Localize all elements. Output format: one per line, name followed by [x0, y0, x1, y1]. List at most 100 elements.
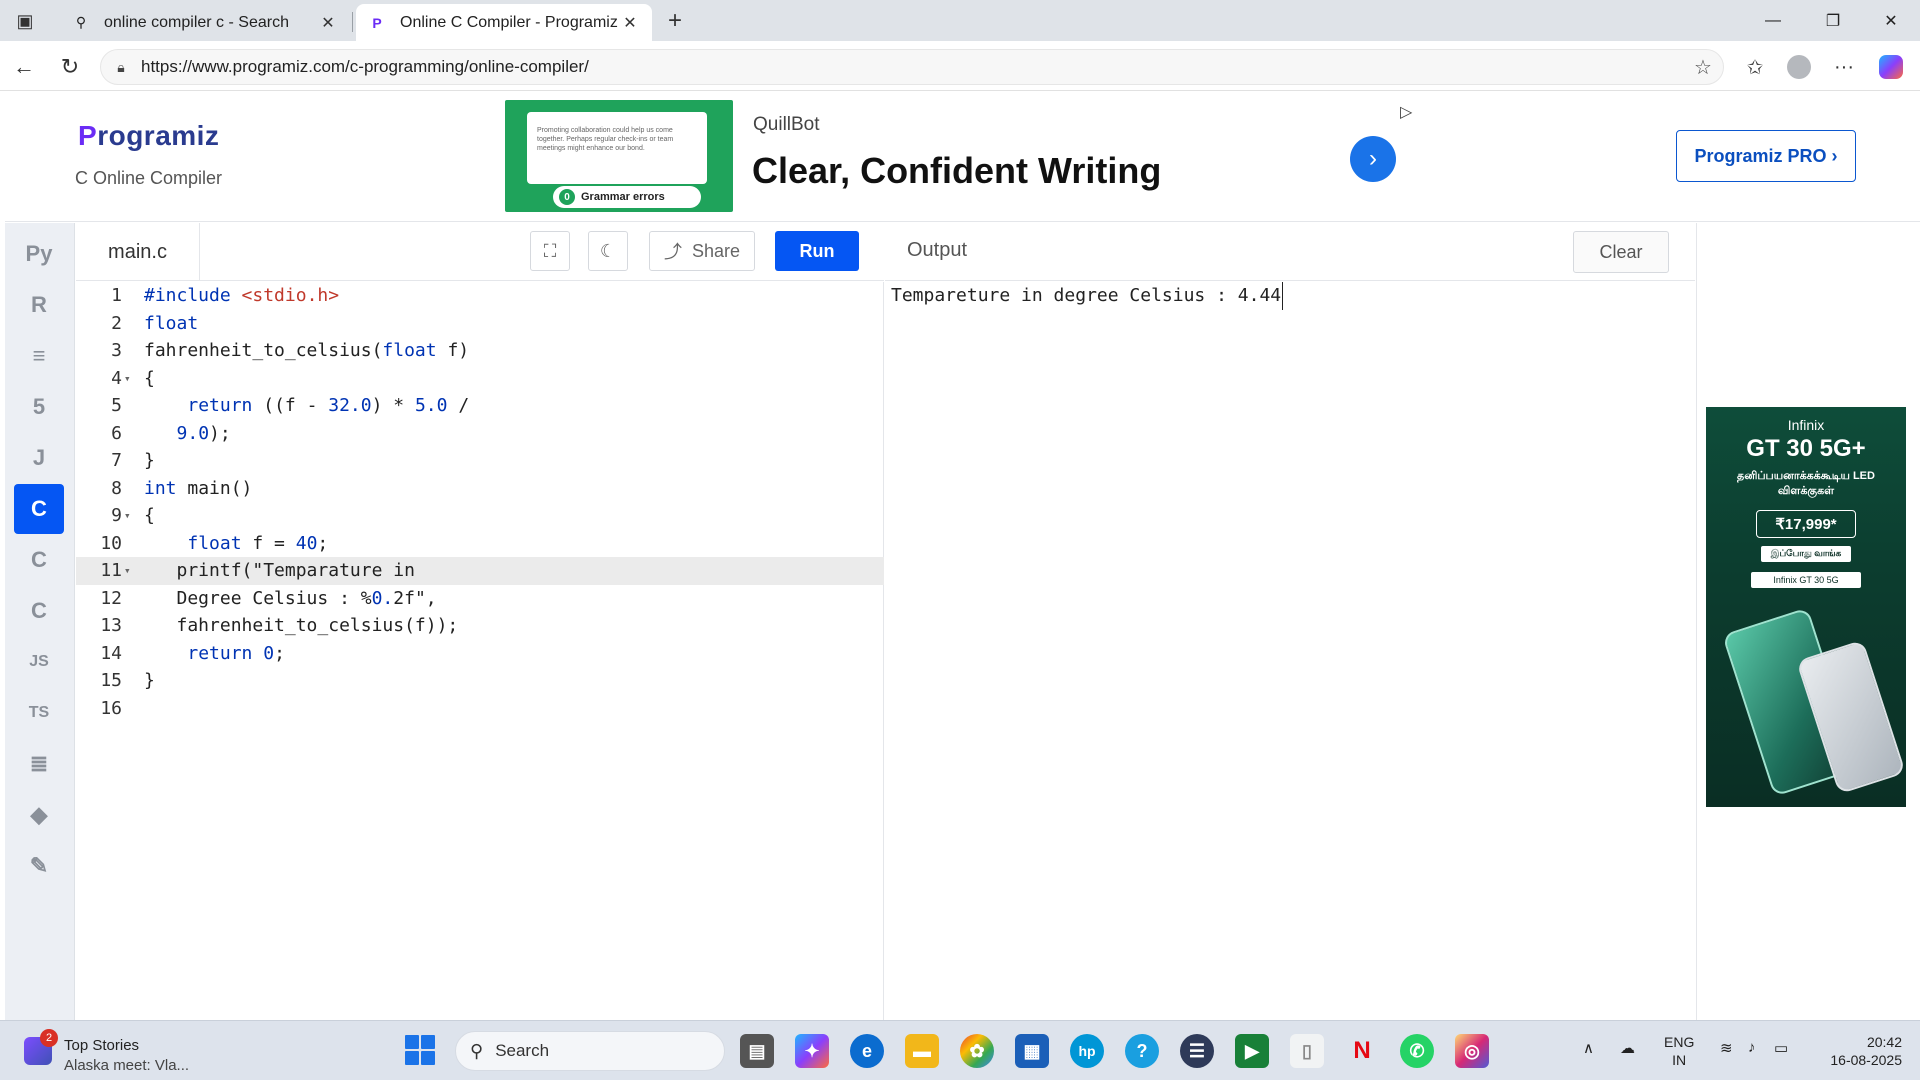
close-tab-icon[interactable]: ✕: [620, 13, 640, 33]
clear-button[interactable]: Clear: [1573, 231, 1669, 273]
code-line[interactable]: 9 ▾ {: [76, 502, 884, 530]
share-icon: ⤴: [663, 242, 682, 262]
minimize-icon[interactable]: —: [1750, 0, 1796, 41]
language-sidebar: Py R ≡ 5 J C C C JS TS ≣ ◆ ✎: [5, 223, 75, 1020]
programiz-logo[interactable]: Programiz: [78, 120, 219, 152]
code-line[interactable]: 6 9.0);: [76, 420, 884, 448]
profile-avatar-icon[interactable]: [1782, 51, 1816, 83]
fullscreen-icon[interactable]: ⛶: [530, 231, 570, 271]
code-line[interactable]: 16: [76, 695, 884, 723]
close-window-icon[interactable]: ✕: [1868, 0, 1914, 41]
code-line[interactable]: 2 float: [76, 310, 884, 338]
clock[interactable]: 20:42 16-08-2025: [1812, 1033, 1902, 1069]
netflix-icon[interactable]: N: [1345, 1034, 1379, 1068]
tab-programiz[interactable]: P Online C Compiler - Programiz ✕: [356, 4, 652, 41]
store-icon[interactable]: ▦: [1015, 1034, 1049, 1068]
restore-icon[interactable]: ❐: [1810, 0, 1856, 41]
csharp-icon[interactable]: C: [14, 586, 64, 636]
more-options-icon[interactable]: ···: [1827, 51, 1861, 83]
sql-icon[interactable]: ≡: [14, 331, 64, 381]
copilot-icon[interactable]: [1874, 51, 1908, 83]
help-icon[interactable]: ?: [1125, 1034, 1159, 1068]
go-icon[interactable]: ≣: [14, 739, 64, 789]
side-ad-banner[interactable]: Infinix GT 30 5G+ தனிப்பயனாக்கக்கூடிய LE…: [1706, 407, 1906, 807]
task-view-icon[interactable]: ▤: [740, 1034, 774, 1068]
code-line[interactable]: 7}: [76, 447, 884, 475]
programiz-pro-button[interactable]: Programiz PRO ›: [1676, 130, 1856, 182]
line-number: 16: [100, 697, 122, 719]
ad-choices-icon[interactable]: ▷: [1400, 102, 1412, 122]
tab-title: online compiler c - Search: [104, 13, 289, 31]
whatsapp-icon[interactable]: ✆: [1400, 1034, 1434, 1068]
file-tab-main[interactable]: main.c: [76, 223, 200, 281]
code-line[interactable]: 10 float f = 40;: [76, 530, 884, 558]
code-line[interactable]: 15}: [76, 667, 884, 695]
wifi-icon[interactable]: ≋: [1720, 1039, 1733, 1057]
code-line[interactable]: 1 #include <stdio.h>: [76, 282, 884, 310]
ad-banner-image[interactable]: Promoting collaboration could help us co…: [505, 100, 733, 212]
cpp-icon[interactable]: C: [14, 535, 64, 585]
favorites-icon[interactable]: ✩: [1738, 51, 1772, 83]
fold-arrow-icon[interactable]: ▾: [124, 557, 131, 585]
hp-icon[interactable]: hp: [1070, 1034, 1104, 1068]
code-line[interactable]: 3 fahrenheit_to_celsius(float f): [76, 337, 884, 365]
edge-icon[interactable]: e: [850, 1034, 884, 1068]
share-button[interactable]: ⤴ Share: [649, 231, 755, 271]
copilot-icon[interactable]: ✦: [795, 1034, 829, 1068]
document-icon[interactable]: ▯: [1290, 1034, 1324, 1068]
fold-arrow-icon[interactable]: ▾: [124, 365, 131, 393]
eclipse-icon[interactable]: ☰: [1180, 1034, 1214, 1068]
show-hidden-icons[interactable]: ∧: [1583, 1039, 1594, 1057]
instagram-icon[interactable]: ◎: [1455, 1034, 1489, 1068]
ad-arrow-button[interactable]: ›: [1350, 136, 1396, 182]
taskbar-search[interactable]: ⚲ Search: [455, 1031, 725, 1071]
r-icon[interactable]: R: [14, 280, 64, 330]
onedrive-icon[interactable]: ☁: [1620, 1039, 1635, 1057]
c-icon[interactable]: C: [14, 484, 64, 534]
line-number: 6: [111, 422, 122, 444]
tab-actions-icon[interactable]: ▣: [8, 8, 42, 34]
rust-icon[interactable]: ✎: [14, 841, 64, 891]
html-icon[interactable]: 5: [14, 382, 64, 432]
python-icon[interactable]: Py: [14, 229, 64, 279]
file-explorer-icon[interactable]: ▬: [905, 1034, 939, 1068]
swift-icon[interactable]: ◆: [14, 790, 64, 840]
favorite-star-icon[interactable]: ☆: [1683, 55, 1723, 80]
site-info-icon[interactable]: 🔒︎: [101, 59, 141, 76]
code-line[interactable]: 5 return ((f - 32.0) * 5.0 /: [76, 392, 884, 420]
share-label: Share: [691, 240, 741, 261]
grammar-count: 0: [559, 189, 575, 205]
code-line[interactable]: 13 fahrenheit_to_celsius(f));: [76, 612, 884, 640]
code-line[interactable]: 12 Degree Celsius : %0.2f",: [76, 585, 884, 613]
fold-arrow-icon[interactable]: ▾: [124, 502, 131, 530]
ad-brand[interactable]: QuillBot: [753, 114, 820, 136]
run-button[interactable]: Run: [775, 231, 859, 271]
meet-icon[interactable]: ▶: [1235, 1034, 1269, 1068]
java-icon[interactable]: J: [14, 433, 64, 483]
code-editor[interactable]: 1 #include <stdio.h> 2 float 3 fahrenheit_to_…: [76, 282, 884, 1020]
tab-search[interactable]: ⚲ online compiler c - Search ✕: [60, 4, 350, 41]
close-tab-icon[interactable]: ✕: [318, 13, 338, 33]
line-number: 7: [111, 450, 122, 471]
output-panel[interactable]: Tempareture in degree Celsius : 4.44: [885, 282, 1695, 1020]
typescript-icon[interactable]: TS: [14, 688, 64, 738]
code-line[interactable]: 11 ▾ printf("Temparature in: [76, 557, 884, 585]
code-line[interactable]: 4 ▾ {: [76, 365, 884, 393]
new-tab-icon[interactable]: +: [658, 7, 692, 34]
photos-icon[interactable]: ✿: [960, 1034, 994, 1068]
volume-icon[interactable]: ♪: [1748, 1039, 1756, 1056]
code-line[interactable]: 14 return 0;: [76, 640, 884, 668]
language-indicator[interactable]: ENG IN: [1664, 1033, 1694, 1069]
dark-mode-icon[interactable]: ☾: [588, 231, 628, 271]
url-field[interactable]: 🔒︎ https://www.programiz.com/c-programmi…: [100, 49, 1724, 85]
ad-headline[interactable]: Clear, Confident Writing: [752, 150, 1161, 192]
battery-icon[interactable]: ▭: [1774, 1039, 1788, 1057]
code-line[interactable]: 8 int main(): [76, 475, 884, 503]
windows-start-icon[interactable]: [405, 1035, 435, 1065]
code-text: printf("Temparature in: [144, 560, 415, 581]
javascript-icon[interactable]: JS: [14, 637, 64, 687]
back-icon[interactable]: ←: [8, 51, 40, 83]
refresh-icon[interactable]: ↻: [54, 51, 86, 83]
search-icon: ⚲: [75, 14, 87, 30]
news-widget[interactable]: 2 Top Stories Alaska meet: Vla...: [20, 1027, 220, 1075]
